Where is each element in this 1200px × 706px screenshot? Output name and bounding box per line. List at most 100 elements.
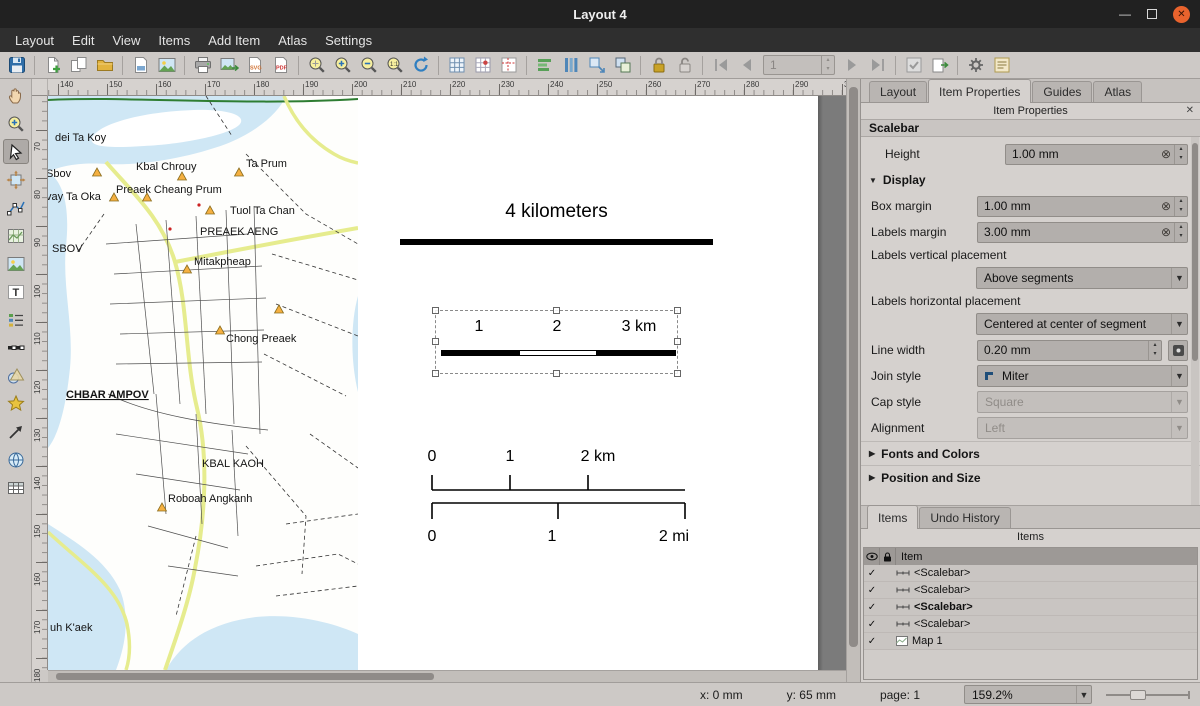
menu-settings[interactable]: Settings <box>316 30 381 51</box>
item-row[interactable]: ✓<Scalebar> <box>864 582 1197 599</box>
add-legend-button[interactable] <box>3 307 29 332</box>
menu-add-item[interactable]: Add Item <box>199 30 269 51</box>
box-margin-spinbox[interactable]: 1.00 mm ⊗ ▴▾ <box>977 196 1188 217</box>
maximize-icon[interactable] <box>1147 9 1157 19</box>
panel-scrollbar[interactable] <box>1191 137 1199 505</box>
select-move-item-button[interactable] <box>3 139 29 164</box>
add-html-button[interactable] <box>3 447 29 472</box>
spinner-arrows[interactable]: ▴▾ <box>1174 145 1187 164</box>
menu-atlas[interactable]: Atlas <box>269 30 316 51</box>
layout-manager-button[interactable] <box>92 53 117 77</box>
visibility-checkbox[interactable]: ✓ <box>864 619 880 630</box>
labels-horizontal-placement-dropdown[interactable]: Centered at center of segment ▼ <box>976 313 1188 335</box>
show-guides-button[interactable] <box>496 53 521 77</box>
scrollbar-thumb[interactable] <box>849 87 858 647</box>
save-project-button[interactable] <box>4 53 29 77</box>
add-items-from-template-button[interactable] <box>154 53 179 77</box>
export-as-pdf-button[interactable]: PDF <box>268 53 293 77</box>
tab-layout[interactable]: Layout <box>869 81 927 102</box>
position-size-section-header[interactable]: ▶ Position and Size <box>861 465 1200 489</box>
zoom-slider[interactable] <box>1106 687 1190 703</box>
line-width-spinbox[interactable]: 0.20 mm ▴▾ <box>977 340 1162 361</box>
canvas-vertical-scrollbar[interactable] <box>846 79 860 682</box>
resize-handle[interactable] <box>432 338 439 345</box>
height-spinbox[interactable]: 1.00 mm ⊗ ▴▾ <box>1005 144 1188 165</box>
duplicate-layout-button[interactable] <box>66 53 91 77</box>
cap-style-dropdown[interactable]: Square ▼ <box>977 391 1188 413</box>
show-grid-button[interactable] <box>444 53 469 77</box>
unlock-items-button[interactable] <box>672 53 697 77</box>
pan-layout-button[interactable] <box>3 83 29 108</box>
export-atlas-button[interactable] <box>927 53 952 77</box>
item-row[interactable]: ✓<Scalebar> <box>864 565 1197 582</box>
scalebar-single-label[interactable]: 4 kilometers <box>400 201 713 223</box>
menu-layout[interactable]: Layout <box>6 30 63 51</box>
clear-value-icon[interactable]: ⊗ <box>1158 199 1174 213</box>
refresh-view-button[interactable] <box>408 53 433 77</box>
atlas-settings-button[interactable] <box>963 53 988 77</box>
data-defined-override-button[interactable] <box>1168 340 1188 361</box>
add-picture-button[interactable] <box>3 251 29 276</box>
clear-value-icon[interactable]: ⊗ <box>1158 147 1174 161</box>
export-as-image-button[interactable] <box>216 53 241 77</box>
atlas-next-button[interactable] <box>839 53 864 77</box>
visibility-checkbox[interactable]: ✓ <box>864 636 880 647</box>
atlas-page-spinbox[interactable]: 1▴▾ <box>763 55 835 75</box>
display-section-header[interactable]: ▼ Display <box>861 167 1200 193</box>
zoom-level-combobox[interactable]: 159.2% ▼ <box>964 685 1092 704</box>
new-layout-button[interactable] <box>40 53 65 77</box>
resize-handle[interactable] <box>432 370 439 377</box>
add-marker-button[interactable] <box>3 391 29 416</box>
item-row[interactable]: ✓Map 1 <box>864 633 1197 650</box>
alignment-dropdown[interactable]: Left ▼ <box>977 417 1188 439</box>
resize-handle[interactable] <box>674 307 681 314</box>
snap-to-grid-button[interactable] <box>470 53 495 77</box>
print-layout-button[interactable] <box>190 53 215 77</box>
zoom-in-button[interactable] <box>330 53 355 77</box>
atlas-first-button[interactable] <box>708 53 733 77</box>
edit-nodes-item-button[interactable] <box>3 195 29 220</box>
spinner-arrows[interactable]: ▴▾ <box>821 56 834 74</box>
layout-properties-button[interactable] <box>989 53 1014 77</box>
move-item-content-button[interactable] <box>3 167 29 192</box>
export-as-svg-button[interactable]: SVG <box>242 53 267 77</box>
scalebar-double[interactable]: 0 1 2 km 0 1 2 mi <box>426 448 692 560</box>
align-items-button[interactable] <box>532 53 557 77</box>
ruler-vertical[interactable]: 708090100110120130140150160170180 <box>32 96 48 670</box>
menu-edit[interactable]: Edit <box>63 30 103 51</box>
visibility-checkbox[interactable]: ✓ <box>864 585 880 596</box>
resize-handle[interactable] <box>553 307 560 314</box>
labels-vertical-placement-dropdown[interactable]: Above segments ▼ <box>976 267 1188 289</box>
resize-handle[interactable] <box>674 338 681 345</box>
scalebar-single-bar[interactable] <box>400 239 713 245</box>
menu-view[interactable]: View <box>103 30 149 51</box>
scalebar-segmented-selected[interactable]: 1 2 3 km <box>435 310 678 374</box>
resize-handle[interactable] <box>432 307 439 314</box>
lock-items-button[interactable] <box>646 53 671 77</box>
minimize-icon[interactable]: — <box>1119 8 1131 20</box>
spinner-arrows[interactable]: ▴▾ <box>1174 223 1187 242</box>
tab-atlas[interactable]: Atlas <box>1093 81 1142 102</box>
resize-handle[interactable] <box>553 370 560 377</box>
panel-close-icon[interactable]: ✕ <box>1186 105 1194 116</box>
spinner-arrows[interactable]: ▴▾ <box>1174 197 1187 216</box>
map-item[interactable]: dei Ta KoyKbal ChrouyTa PrumSbovPreaek C… <box>48 96 358 670</box>
distribute-items-button[interactable] <box>558 53 583 77</box>
add-scalebar-button[interactable] <box>3 335 29 360</box>
tab-undo-history[interactable]: Undo History <box>919 507 1010 528</box>
zoom-out-button[interactable] <box>356 53 381 77</box>
labels-margin-spinbox[interactable]: 3.00 mm ⊗ ▴▾ <box>977 222 1188 243</box>
add-arrow-button[interactable] <box>3 419 29 444</box>
zoom-actual-button[interactable]: 1:1 <box>382 53 407 77</box>
add-attribute-table-button[interactable] <box>3 475 29 500</box>
tab-item-properties[interactable]: Item Properties <box>928 79 1031 103</box>
ruler-horizontal[interactable]: 1401501601701801902002102202302402502602… <box>48 79 846 96</box>
visibility-checkbox[interactable]: ✓ <box>864 568 880 579</box>
fonts-colors-section-header[interactable]: ▶ Fonts and Colors <box>861 441 1200 465</box>
spinner-arrows[interactable]: ▴▾ <box>1148 341 1161 360</box>
slider-handle[interactable] <box>1130 690 1146 700</box>
layout-canvas[interactable]: dei Ta KoyKbal ChrouyTa PrumSbovPreaek C… <box>48 96 846 670</box>
add-shape-button[interactable] <box>3 363 29 388</box>
tab-items[interactable]: Items <box>867 505 918 529</box>
atlas-last-button[interactable] <box>865 53 890 77</box>
